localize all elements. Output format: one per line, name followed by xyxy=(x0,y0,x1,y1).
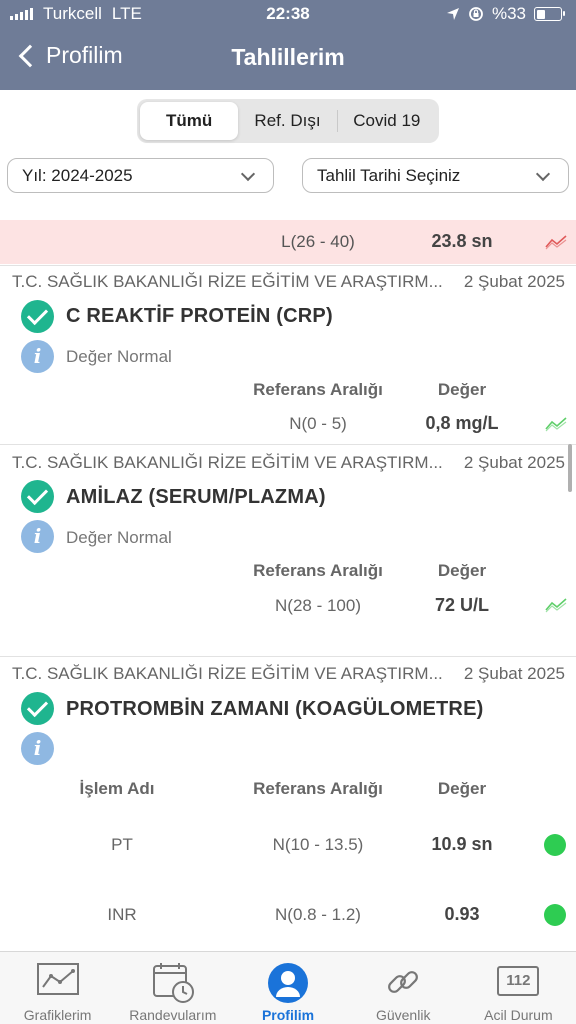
chart-icon xyxy=(36,963,79,995)
chain-link-icon xyxy=(388,971,419,993)
segment-out-of-range[interactable]: Ref. Dışı xyxy=(238,102,336,140)
hospital-name: T.C. SAĞLIK BAKANLIĞI RİZE EĞİTİM VE ARA… xyxy=(12,272,443,291)
procedure-name: INR xyxy=(107,905,137,924)
test-date: 2 Şubat 2025 xyxy=(463,664,565,683)
user-icon xyxy=(268,963,308,1003)
test-title: PROTROMBİN ZAMANI (KOAGÜLOMETRE) xyxy=(66,698,484,720)
tab-graphs[interactable]: Grafiklerim xyxy=(0,952,115,1024)
test-date: 2 Şubat 2025 xyxy=(463,453,565,472)
trend-chart-icon[interactable] xyxy=(545,597,567,613)
reference-range: L(26 - 40) xyxy=(281,232,355,251)
result-value: 72 U/L xyxy=(434,595,490,615)
year-dropdown-label: Yıl: 2024-2025 xyxy=(22,165,133,185)
check-icon xyxy=(21,692,54,725)
battery-percent: %33 xyxy=(491,4,526,23)
test-title: AMİLAZ (SERUM/PLAZMA) xyxy=(66,486,326,508)
tab-label: Randevularım xyxy=(129,1007,217,1023)
info-icon[interactable]: i xyxy=(21,520,54,553)
emergency-112-icon: 112 xyxy=(497,966,540,996)
trend-chart-icon[interactable] xyxy=(545,416,567,432)
test-result-card[interactable]: T.C. SAĞLIK BAKANLIĞI RİZE EĞİTİM VE ARA… xyxy=(0,656,576,948)
top-bar: Turkcell LTE 22:38 %33 Profilim Tahlille… xyxy=(0,0,576,90)
info-icon[interactable]: i xyxy=(21,732,54,765)
trend-chart-icon[interactable] xyxy=(545,234,567,250)
year-dropdown[interactable]: Yıl: 2024-2025 xyxy=(7,158,274,193)
tab-label: Güvenlik xyxy=(375,1007,431,1023)
reference-range: N(0.8 - 1.2) xyxy=(275,905,361,924)
normal-status-dot xyxy=(544,834,566,856)
reference-range: N(0 - 5) xyxy=(289,414,347,433)
procedure-name-header: İşlem Adı xyxy=(79,779,155,798)
page-title: Tahlillerim xyxy=(231,44,345,70)
filter-segmented-control: Tümü Ref. Dışı Covid 19 xyxy=(137,99,439,143)
tab-emergency[interactable]: 112 Acil Durum xyxy=(461,952,576,1024)
tab-profile[interactable]: Profilim xyxy=(230,952,345,1024)
reference-range-header: Referans Aralığı xyxy=(253,561,383,580)
hospital-name: T.C. SAĞLIK BAKANLIĞI RİZE EĞİTİM VE ARA… xyxy=(12,664,443,683)
out-of-range-result-row[interactable]: L(26 - 40) 23.8 sn xyxy=(0,220,576,264)
orientation-lock-icon xyxy=(469,7,483,21)
test-result-card[interactable]: T.C. SAĞLIK BAKANLIĞI RİZE EĞİTİM VE ARA… xyxy=(0,265,576,444)
scrollbar[interactable] xyxy=(568,444,572,492)
segment-covid[interactable]: Covid 19 xyxy=(338,102,436,140)
hospital-name: T.C. SAĞLIK BAKANLIĞI RİZE EĞİTİM VE ARA… xyxy=(12,453,443,472)
test-date-dropdown-label: Tahlil Tarihi Seçiniz xyxy=(317,165,461,185)
chevron-down-icon xyxy=(240,166,256,182)
info-icon[interactable]: i xyxy=(21,340,54,373)
test-result-card[interactable]: T.C. SAĞLIK BAKANLIĞI RİZE EĞİTİM VE ARA… xyxy=(0,444,576,656)
tab-appointments[interactable]: Randevularım xyxy=(115,952,230,1024)
procedure-name: PT xyxy=(111,835,133,854)
result-value: 0.93 xyxy=(444,904,480,924)
test-date: 2 Şubat 2025 xyxy=(463,272,565,291)
test-date-dropdown[interactable]: Tahlil Tarihi Seçiniz xyxy=(302,158,569,193)
tab-label: Grafiklerim xyxy=(23,1007,92,1023)
calendar-clock-icon xyxy=(152,963,194,1003)
reference-range-header: Referans Aralığı xyxy=(253,380,383,399)
value-header: Değer xyxy=(437,561,487,580)
check-icon xyxy=(21,480,54,513)
result-status: Değer Normal xyxy=(66,347,172,366)
battery-icon xyxy=(534,7,565,21)
status-bar: Turkcell LTE 22:38 %33 xyxy=(0,4,576,26)
tab-label: Profilim xyxy=(261,1007,315,1023)
value-header: Değer xyxy=(437,779,487,798)
reference-range-header: Referans Aralığı xyxy=(253,779,383,798)
tab-label: Acil Durum xyxy=(484,1007,553,1023)
reference-range: N(28 - 100) xyxy=(275,596,361,615)
result-value: 0,8 mg/L xyxy=(425,413,499,433)
value-header: Değer xyxy=(437,380,487,399)
result-value: 23.8 sn xyxy=(431,231,493,251)
check-icon xyxy=(21,300,54,333)
location-icon xyxy=(446,8,459,20)
test-title: C REAKTİF PROTEİN (CRP) xyxy=(66,305,333,327)
tab-security[interactable]: Güvenlik xyxy=(346,952,461,1024)
result-status: Değer Normal xyxy=(66,528,172,547)
reference-range: N(10 - 13.5) xyxy=(272,835,364,854)
result-value: 10.9 sn xyxy=(431,834,493,854)
bottom-tab-bar: Grafiklerim Randevularım Profilim Güvenl… xyxy=(0,951,576,1024)
segment-all[interactable]: Tümü xyxy=(140,102,239,140)
normal-status-dot xyxy=(544,904,566,926)
chevron-down-icon xyxy=(535,166,551,182)
